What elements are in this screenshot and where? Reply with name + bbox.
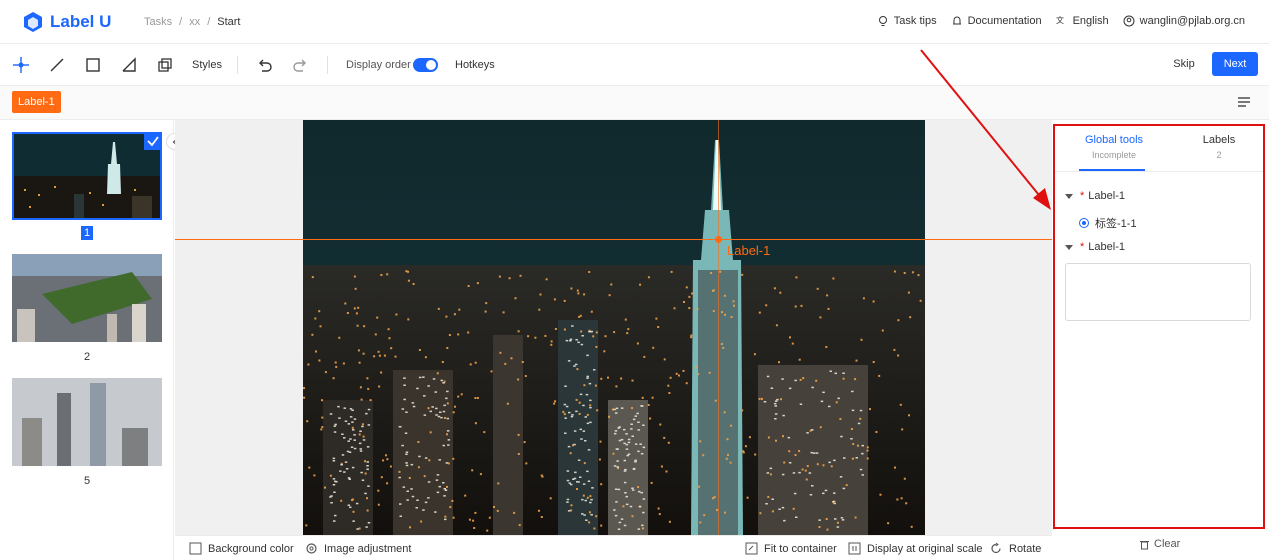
lightbulb-icon [878, 16, 887, 26]
city-night-thumbnail [14, 134, 160, 218]
documentation-link[interactable]: Documentation [951, 15, 1042, 27]
next-button[interactable]: Next [1212, 52, 1258, 76]
annotated-image [303, 120, 925, 535]
undo-icon[interactable] [256, 56, 274, 74]
styles-button[interactable]: Styles [192, 59, 222, 71]
original-scale-button[interactable]: Display at original scale [848, 542, 983, 555]
attribute-panel: Global tools Incomplete Labels 2 * Label-… [1053, 124, 1265, 529]
required-mark: * [1080, 241, 1085, 253]
rotate-icon [991, 542, 1001, 554]
attribute-group-header[interactable]: * Label-1 [1065, 190, 1125, 202]
skip-button[interactable]: Skip [1166, 52, 1202, 76]
app-name: Label U [50, 12, 112, 31]
label-bar: Label-1 [0, 86, 1269, 120]
rect-tool-icon[interactable] [84, 56, 102, 74]
fit-to-container-button[interactable]: Fit to container [745, 542, 837, 555]
attribute-option-label: 标签-1-1 [1095, 218, 1137, 230]
tab-global-tools-status: Incomplete [1091, 150, 1137, 160]
caret-down-icon [1065, 193, 1073, 199]
breadcrumb-tasks[interactable]: Tasks [144, 16, 172, 28]
attribute-group-header[interactable]: * Label-1 [1065, 241, 1125, 253]
hotkeys-button[interactable]: Hotkeys [455, 59, 495, 71]
thumbnail-image[interactable] [12, 254, 162, 342]
redo-icon[interactable] [291, 56, 309, 74]
thumbnail-image[interactable] [12, 378, 162, 466]
cuboid-tool-icon[interactable] [156, 56, 174, 74]
translate-icon: 文 [1056, 15, 1064, 25]
point-tool-icon[interactable] [12, 56, 30, 74]
image-adjustment-button[interactable]: Image adjustment [305, 542, 411, 555]
active-label-tag[interactable]: Label-1 [12, 91, 61, 113]
documentation-label: Documentation [967, 15, 1042, 27]
breadcrumb-separator: / [207, 16, 211, 28]
language-label: English [1072, 15, 1109, 27]
attribute-name: Label-1 [1088, 190, 1125, 202]
red-arrow-annotation [920, 49, 1051, 210]
caret-down-icon [1065, 244, 1073, 250]
toolbar: Styles Display order Hotkeys Skip Next [0, 44, 1269, 86]
thumbnail-number: 1 [12, 226, 162, 240]
background-color-label: Background color [208, 542, 294, 555]
tab-global-tools-label: Global tools [1084, 134, 1144, 146]
attribute-option-radio[interactable]: 标签-1-1 [1079, 215, 1137, 231]
square-icon [189, 542, 202, 555]
attribute-name: Label-1 [1088, 241, 1125, 253]
city-night-photo [303, 120, 925, 535]
bell-icon [952, 16, 961, 25]
breadcrumb-current: Start [217, 16, 241, 28]
image-adjustment-label: Image adjustment [324, 542, 412, 555]
user-email: wanglin@pjlab.org.cn [1139, 15, 1245, 27]
task-tips-link[interactable]: Task tips [877, 15, 937, 27]
clear-button[interactable]: Clear [1139, 538, 1180, 550]
background-color-button[interactable]: Background color [189, 542, 294, 555]
image-list-sidebar: 1 2 5 [0, 120, 183, 560]
selected-check-icon [144, 134, 160, 150]
annotation-point-label: Label-1 [727, 243, 771, 258]
line-tool-icon[interactable] [48, 56, 66, 74]
skyscraper-thumbnail [12, 378, 162, 466]
task-tips-label: Task tips [893, 15, 937, 27]
tabs-divider [1055, 171, 1263, 172]
rotate-label: Rotate [1009, 542, 1042, 555]
thumbnail-number: 2 [83, 351, 91, 363]
required-mark: * [1080, 190, 1085, 202]
toolbar-divider [327, 56, 328, 74]
tab-labels[interactable]: Labels 2 [1186, 134, 1252, 160]
clear-label: Clear [1154, 538, 1181, 550]
tab-labels-count: 2 [1216, 150, 1222, 160]
polygon-tool-icon[interactable] [120, 56, 138, 74]
top-header: Label U Tasks / xx / Start Task tips Doc… [0, 0, 1269, 44]
canvas-bottom-bar: Background color Image adjustment Fit to… [175, 535, 1052, 560]
breadcrumb-task[interactable]: xx [189, 16, 200, 28]
tab-global-tools[interactable]: Global tools Incomplete [1081, 134, 1147, 160]
header-actions: Task tips Documentation 文 English wangli… [877, 15, 1245, 27]
display-order-toggle[interactable] [413, 58, 438, 72]
breadcrumb-separator: / [179, 16, 183, 28]
original-scale-label: Display at original scale [867, 542, 983, 555]
thumbnail-image[interactable] [12, 132, 162, 220]
trash-icon [1140, 540, 1149, 549]
attribute-text-input[interactable] [1065, 263, 1251, 321]
radio-selected-icon [1079, 218, 1089, 228]
toolbar-divider [237, 56, 238, 74]
rotate-button[interactable]: Rotate [990, 542, 1041, 555]
logo-icon [24, 12, 42, 32]
crosshair-horizontal [175, 239, 1052, 240]
fit-screen-icon [745, 542, 758, 555]
tab-labels-label: Labels [1202, 134, 1236, 146]
user-menu[interactable]: wanglin@pjlab.org.cn [1123, 15, 1245, 27]
annotation-point[interactable] [715, 236, 722, 243]
settings-menu-icon[interactable] [1237, 96, 1251, 108]
user-icon [1123, 15, 1135, 27]
thumbnail-number: 5 [83, 475, 91, 487]
original-scale-icon [848, 542, 861, 555]
language-switch[interactable]: 文 English [1056, 15, 1109, 27]
display-order-label: Display order [346, 59, 411, 71]
svg-text:文: 文 [1056, 15, 1064, 25]
gear-icon [306, 543, 317, 554]
park-aerial-thumbnail [12, 254, 162, 342]
crosshair-vertical [718, 120, 719, 535]
fit-to-container-label: Fit to container [764, 542, 837, 555]
breadcrumb: Tasks / xx / Start [144, 16, 240, 28]
